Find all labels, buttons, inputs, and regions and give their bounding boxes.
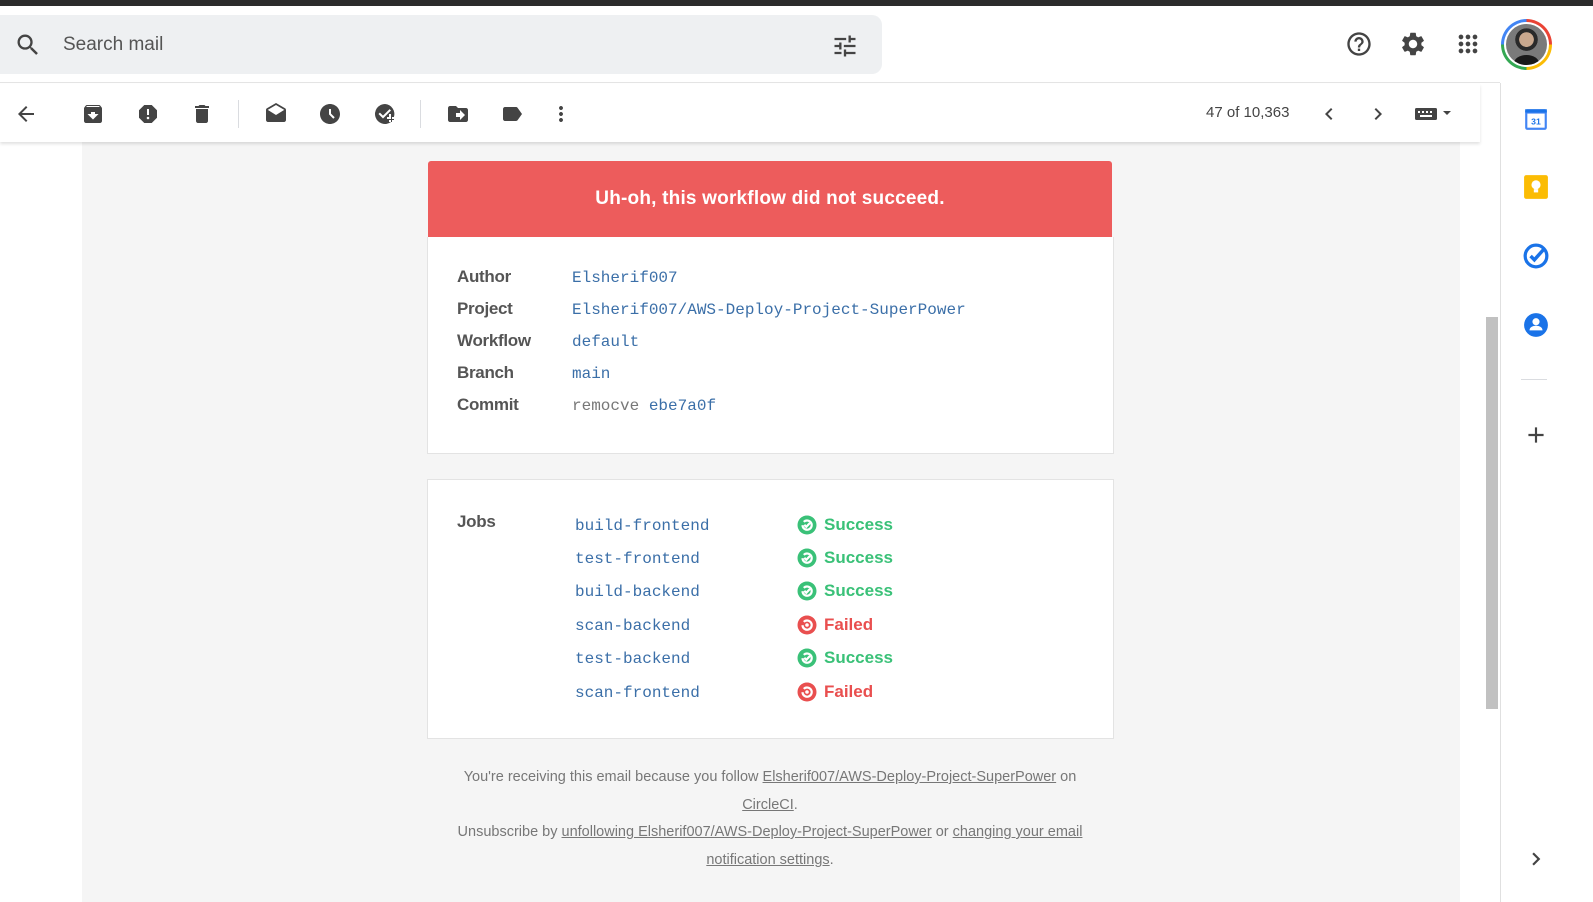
job-name-link[interactable]: test-frontend [575,550,700,568]
message-count: 47 of 10,363 [1206,104,1290,121]
input-tools-icon[interactable] [1410,101,1456,127]
workflow-link[interactable]: default [572,333,639,351]
commit-message: remocve [572,397,640,415]
apps-icon[interactable] [1454,30,1482,58]
unfollow-link[interactable]: unfollowing Elsherif007/AWS-Deploy-Proje… [562,824,932,840]
detail-label: Author [457,267,511,286]
job-status-label: Failed [824,682,874,701]
account-avatar[interactable] [1501,19,1552,70]
job-status: Success [797,581,893,601]
older-icon[interactable] [1365,101,1391,127]
calendar-icon[interactable]: 31 [1523,106,1549,132]
success-icon [797,515,817,535]
toolbar-separator [238,100,239,128]
report-spam-icon[interactable] [135,101,161,127]
commit-sha-link[interactable]: ebe7a0f [649,397,716,415]
add-icon[interactable] [1523,422,1549,448]
job-status: Success [797,515,893,535]
toolbar-separator [420,100,421,128]
footer-text: . [793,796,798,813]
svg-text:31: 31 [1531,116,1541,126]
mark-unread-icon[interactable] [263,101,289,127]
search-options-icon[interactable] [831,32,859,60]
jobs-card: Jobs build-frontend Success test-fronten… [427,479,1114,739]
success-icon [797,648,817,668]
tasks-icon[interactable] [1523,243,1549,269]
project-link[interactable]: Elsherif007/AWS-Deploy-Project-SuperPowe… [572,301,966,319]
success-icon [797,548,817,568]
email-footer: You're receiving this email because you … [428,764,1112,874]
more-icon[interactable] [548,101,574,127]
expand-icon[interactable] [1523,846,1549,872]
settings-icon[interactable] [1399,30,1427,58]
project-follow-link[interactable]: Elsherif007/AWS-Deploy-Project-SuperPowe… [763,769,1057,785]
rail-divider [1521,379,1547,380]
job-status-label: Success [824,648,893,667]
failed-icon [797,682,817,702]
detail-label: Workflow [457,331,531,350]
search-icon[interactable] [14,31,42,59]
failure-banner: Uh-oh, this workflow did not succeed. [428,161,1112,237]
job-name-link[interactable]: scan-backend [575,617,690,635]
email-body: Uh-oh, this workflow did not succeed. Au… [82,142,1460,902]
header-divider [0,82,1500,83]
snooze-icon[interactable] [317,101,343,127]
job-status-label: Success [824,581,893,600]
commit-value: remocve ebe7a0f [572,397,716,415]
job-status-label: Success [824,515,893,534]
footer-text: or [931,824,953,840]
circleci-link[interactable]: CircleCI [742,797,794,813]
help-icon[interactable] [1345,30,1373,58]
job-status: Success [797,648,893,668]
success-icon [797,581,817,601]
add-to-tasks-icon[interactable] [372,101,398,127]
failed-icon [797,615,817,635]
keep-icon[interactable] [1523,174,1549,200]
delete-icon[interactable] [189,101,215,127]
footer-text: . [829,851,834,868]
contacts-icon[interactable] [1523,312,1549,338]
job-status: Failed [797,682,873,702]
detail-label: Project [457,299,513,318]
workflow-details-card: Author Elsherif007 Project Elsherif007/A… [427,237,1114,454]
footer-text: on [1056,769,1077,785]
branch-link[interactable]: main [572,365,610,383]
archive-icon[interactable] [80,101,106,127]
job-status-label: Success [824,548,893,567]
message-toolbar: 47 of 10,363 [0,84,1480,142]
profile-photo [1506,24,1547,65]
author-link[interactable]: Elsherif007 [572,269,678,287]
jobs-label: Jobs [457,512,496,531]
footer-text: You're receiving this email because you … [463,769,763,785]
label-icon[interactable] [499,101,525,127]
job-name-link[interactable]: build-frontend [575,517,709,535]
scrollbar-thumb[interactable] [1486,317,1498,709]
job-status-label: Failed [824,615,874,634]
detail-label: Branch [457,363,514,382]
footer-text: Unsubscribe by [457,824,562,840]
newer-icon[interactable] [1316,101,1342,127]
job-name-link[interactable]: build-backend [575,583,700,601]
detail-label: Commit [457,395,519,414]
search-input[interactable] [63,29,763,61]
move-to-icon[interactable] [445,101,471,127]
job-name-link[interactable]: test-backend [575,650,690,668]
job-status: Success [797,548,893,568]
search-bar[interactable] [0,15,882,74]
back-arrow-icon[interactable] [13,101,39,127]
job-name-link[interactable]: scan-frontend [575,684,700,702]
job-status: Failed [797,615,873,635]
side-panel: 31 [1500,83,1593,902]
window-top-strip [0,0,1593,6]
